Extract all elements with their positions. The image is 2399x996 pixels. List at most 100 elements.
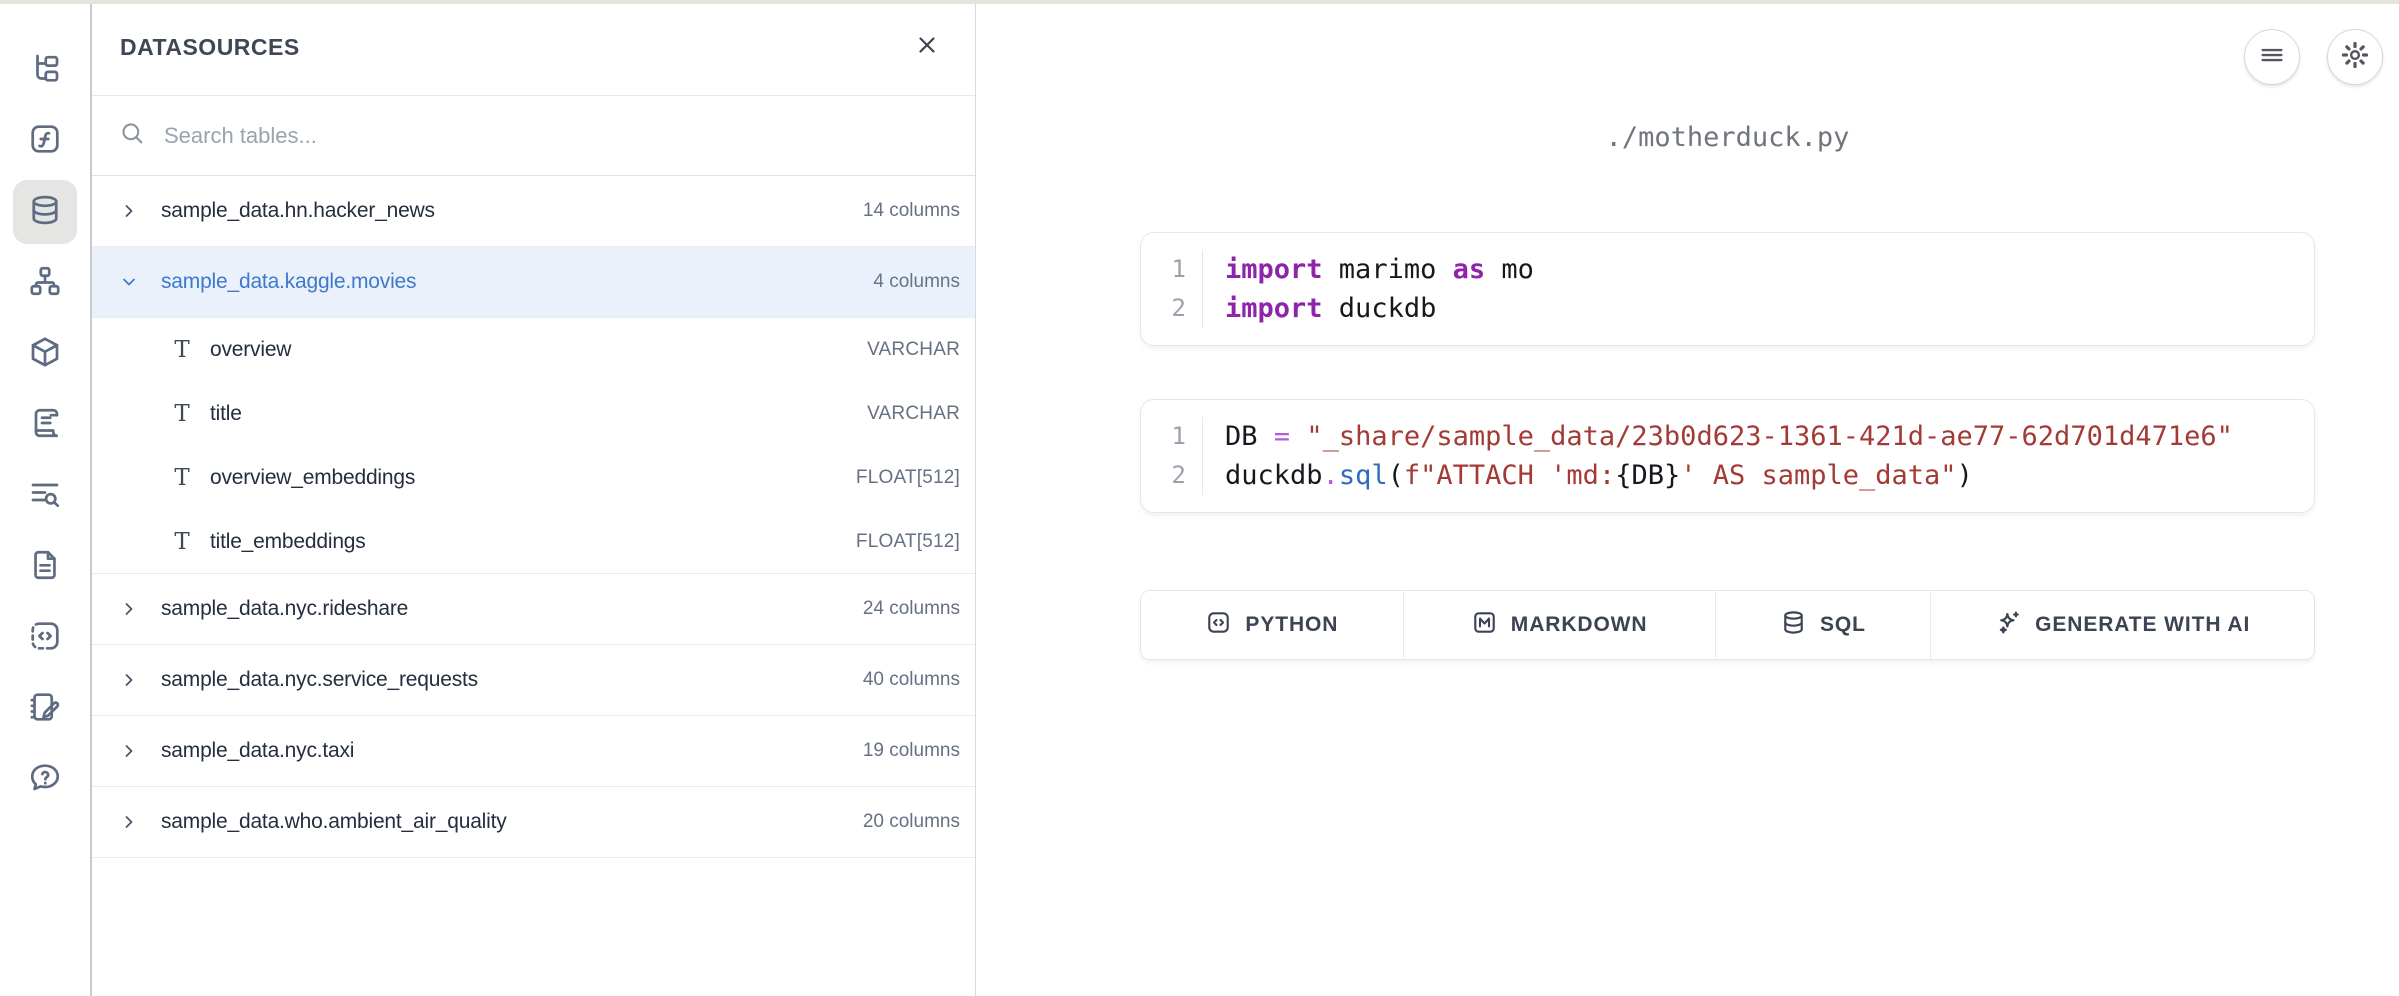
datasources-icon xyxy=(27,192,63,233)
column-count: 4 columns xyxy=(873,271,960,293)
sidebar-item-dependency-graph[interactable] xyxy=(13,251,77,315)
column-name: overview xyxy=(210,338,291,362)
variables-icon xyxy=(27,121,63,162)
left-icon-rail xyxy=(0,0,92,996)
sidebar-item-scratchpad-code[interactable] xyxy=(13,606,77,670)
notepad-icon xyxy=(27,689,63,730)
table-name: sample_data.nyc.taxi xyxy=(161,739,354,763)
column-count: 14 columns xyxy=(863,200,960,222)
notebook-filename[interactable]: ./motherduck.py xyxy=(1140,122,2315,153)
column-count: 24 columns xyxy=(863,598,960,620)
close-icon xyxy=(915,33,939,62)
sidebar-item-variables[interactable] xyxy=(13,109,77,173)
table-row[interactable]: sample_data.nyc.service_requests 40 colu… xyxy=(92,645,975,716)
code-editor[interactable]: DB = "_share/sample_data/23b0d623-1361-4… xyxy=(1203,417,2233,495)
code-line: DB = "_share/sample_data/23b0d623-1361-4… xyxy=(1225,417,2233,456)
code-editor[interactable]: import marimo as mo import duckdb xyxy=(1203,250,1534,328)
window-top-strip xyxy=(0,0,2399,4)
logs-icon xyxy=(27,405,63,446)
chevron-right-icon xyxy=(119,670,139,690)
sidebar-item-file-explorer[interactable] xyxy=(13,38,77,102)
sidebar-item-notepad[interactable] xyxy=(13,677,77,741)
line-number: 2 xyxy=(1141,289,1186,328)
datasources-panel-header: DATASOURCES xyxy=(92,0,975,96)
generate-with-ai-button[interactable]: GENERATE WITH AI xyxy=(1931,591,2314,659)
menu-icon xyxy=(2257,40,2287,75)
column-row[interactable]: T overview_embeddings FLOAT[512] xyxy=(92,446,975,510)
column-type: FLOAT[512] xyxy=(856,467,960,489)
table-name: sample_data.hn.hacker_news xyxy=(161,199,435,223)
table-row[interactable]: sample_data.nyc.rideshare 24 columns xyxy=(92,574,975,645)
column-name: title xyxy=(210,402,242,426)
line-numbers: 1 2 xyxy=(1141,417,1203,495)
add-markdown-cell-button[interactable]: MARKDOWN xyxy=(1404,591,1716,659)
chevron-down-icon xyxy=(119,272,139,292)
table-name: sample_data.nyc.rideshare xyxy=(161,597,408,621)
sidebar-item-logs[interactable] xyxy=(13,393,77,457)
settings-button[interactable] xyxy=(2327,29,2383,85)
table-name: sample_data.kaggle.movies xyxy=(161,270,416,294)
search-input[interactable] xyxy=(164,123,949,149)
add-button-label: PYTHON xyxy=(1245,613,1338,637)
database-icon xyxy=(1780,609,1820,641)
code-cell[interactable]: 1 2 import marimo as mo import duckdb xyxy=(1140,232,2315,346)
dependency-graph-icon xyxy=(27,263,63,304)
column-row[interactable]: T title_embeddings FLOAT[512] xyxy=(92,510,975,574)
snippets-icon xyxy=(27,547,63,588)
table-row[interactable]: sample_data.hn.hacker_news 14 columns xyxy=(92,176,975,247)
markdown-icon xyxy=(1471,609,1511,641)
chevron-right-icon xyxy=(119,201,139,221)
outline-search-icon xyxy=(27,476,63,517)
notebook-menu-button[interactable] xyxy=(2244,29,2300,85)
table-name: sample_data.nyc.service_requests xyxy=(161,668,478,692)
top-actions xyxy=(2244,29,2383,85)
chevron-right-icon xyxy=(119,741,139,761)
sidebar-item-outline-search[interactable] xyxy=(13,464,77,528)
sidebar-item-datasources[interactable] xyxy=(13,180,77,244)
help-icon xyxy=(27,760,63,801)
column-row[interactable]: T overview VARCHAR xyxy=(92,318,975,382)
column-count: 20 columns xyxy=(863,811,960,833)
sidebar-item-help[interactable] xyxy=(13,748,77,812)
add-button-label: MARKDOWN xyxy=(1511,613,1648,637)
line-number: 1 xyxy=(1141,250,1186,289)
code-square-icon xyxy=(1205,609,1245,641)
column-row[interactable]: T title VARCHAR xyxy=(92,382,975,446)
datasources-panel: DATASOURCES sample_data.hn.hacker_news 1… xyxy=(92,0,976,996)
add-sql-cell-button[interactable]: SQL xyxy=(1716,591,1932,659)
code-line: import duckdb xyxy=(1225,289,1534,328)
chevron-right-icon xyxy=(119,599,139,619)
search-icon xyxy=(118,119,146,152)
sparkles-icon xyxy=(1995,609,2035,641)
column-type: VARCHAR xyxy=(867,403,960,425)
close-panel-button[interactable] xyxy=(907,28,947,68)
add-button-label: SQL xyxy=(1820,613,1866,637)
add-python-cell-button[interactable]: PYTHON xyxy=(1141,591,1404,659)
code-line: import marimo as mo xyxy=(1225,250,1534,289)
file-explorer-icon xyxy=(27,50,63,91)
search-row xyxy=(92,96,975,176)
gear-icon xyxy=(2340,40,2370,75)
table-row[interactable]: sample_data.who.ambient_air_quality 20 c… xyxy=(92,787,975,858)
table-name: sample_data.who.ambient_air_quality xyxy=(161,810,507,834)
text-type-icon: T xyxy=(168,529,196,555)
table-row[interactable]: sample_data.nyc.taxi 19 columns xyxy=(92,716,975,787)
chevron-right-icon xyxy=(119,812,139,832)
line-number: 2 xyxy=(1141,456,1186,495)
packages-icon xyxy=(27,334,63,375)
code-line: duckdb.sql(f"ATTACH 'md:{DB}' AS sample_… xyxy=(1225,456,2233,495)
scratchpad-code-icon xyxy=(27,618,63,659)
column-type: FLOAT[512] xyxy=(856,531,960,553)
line-numbers: 1 2 xyxy=(1141,250,1203,328)
text-type-icon: T xyxy=(168,465,196,491)
line-number: 1 xyxy=(1141,417,1186,456)
sidebar-item-snippets[interactable] xyxy=(13,535,77,599)
column-name: overview_embeddings xyxy=(210,466,415,490)
code-cell[interactable]: 1 2 DB = "_share/sample_data/23b0d623-13… xyxy=(1140,399,2315,513)
column-count: 19 columns xyxy=(863,740,960,762)
add-cell-bar: PYTHON MARKDOWN SQL GENERATE WITH AI xyxy=(1140,590,2315,660)
table-row-selected[interactable]: sample_data.kaggle.movies 4 columns xyxy=(92,247,975,318)
panel-title: DATASOURCES xyxy=(120,34,300,61)
notebook-area: ./motherduck.py 1 2 import marimo as mo … xyxy=(977,0,2399,996)
sidebar-item-packages[interactable] xyxy=(13,322,77,386)
